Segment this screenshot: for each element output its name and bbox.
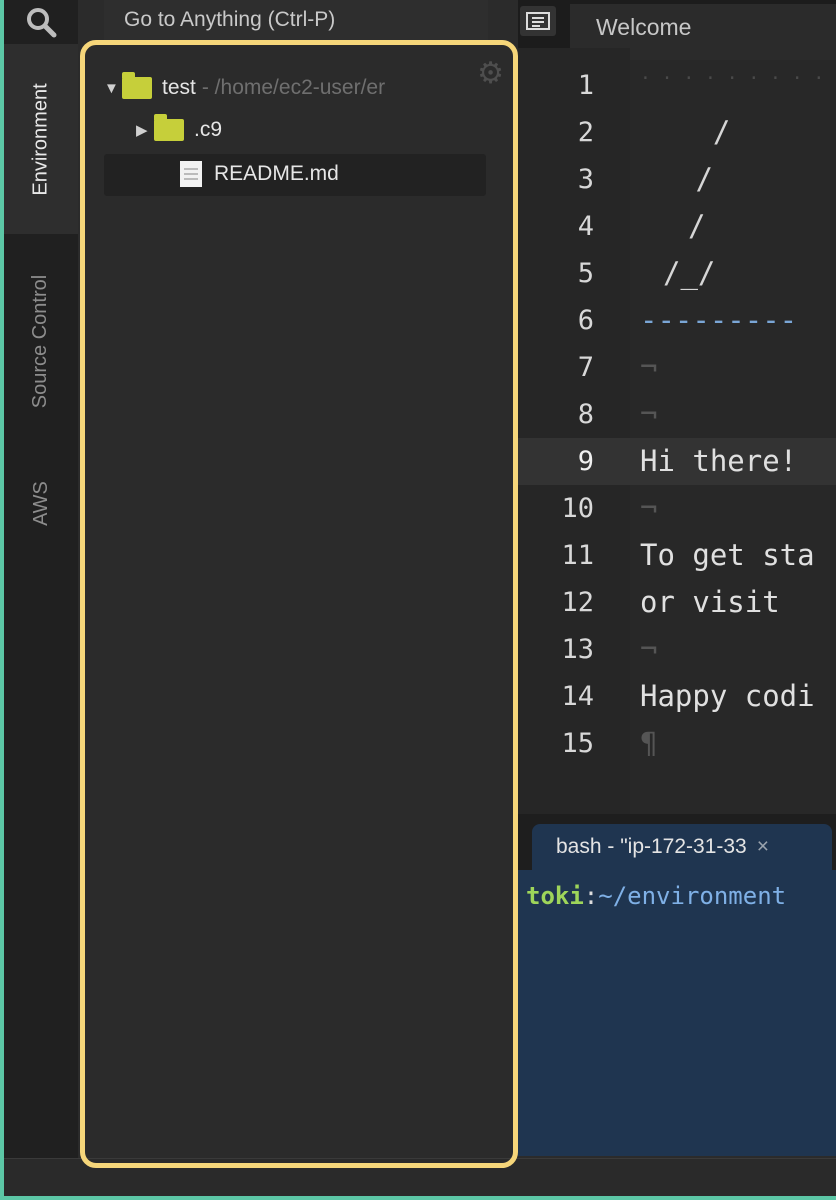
code-text: ¬ [640, 491, 658, 525]
line-number: 10 [561, 493, 594, 524]
terminal-prompt: toki:~/environment [526, 882, 786, 910]
close-icon[interactable]: × [757, 835, 769, 858]
line-number: 3 [577, 164, 594, 195]
folder-icon [154, 114, 184, 141]
chevron-down-icon[interactable]: ▼ [104, 80, 122, 97]
rail-tab-label: Source Control [29, 274, 52, 408]
search-button[interactable] [4, 0, 78, 44]
tree-root-path: - /home/ec2-user/er [201, 76, 386, 99]
code-line[interactable]: 12 or visit [518, 579, 836, 626]
line-number: 6 [577, 305, 594, 336]
code-line[interactable]: 1 · · · · · · · · · [518, 62, 836, 109]
line-number: 4 [577, 211, 594, 242]
code-line[interactable]: 4/ [518, 203, 836, 250]
tree-item-label: .c9 [194, 118, 223, 141]
code-text: ¬ [640, 350, 658, 384]
code-text: · · · · · · · · · [640, 68, 825, 89]
code-text: ¬ [640, 397, 658, 431]
chevron-right-icon[interactable]: ▶ [136, 121, 154, 139]
code-text: / [678, 162, 731, 196]
line-number: 11 [561, 540, 594, 571]
folder-icon [122, 72, 152, 99]
menu-icon [526, 12, 550, 30]
tab-welcome[interactable]: Welcome [570, 4, 836, 48]
file-icon [180, 161, 202, 187]
terminal-tab[interactable]: bash - "ip-172-31-33 × [532, 824, 832, 870]
code-text: Happy codi [640, 679, 815, 713]
go-to-anything-label: Go to Anything (Ctrl-P) [124, 8, 336, 31]
tab-menu-button[interactable] [520, 6, 556, 36]
rail-tab-aws[interactable]: AWS [4, 448, 78, 558]
line-number: 5 [577, 258, 594, 289]
line-number: 13 [561, 634, 594, 665]
tab-label: Welcome [596, 14, 692, 40]
code-line[interactable]: 10 ¬ [518, 485, 836, 532]
tree-item-label: README.md [214, 162, 339, 185]
side-rail: Environment Source Control AWS [4, 0, 78, 1158]
line-number: 2 [577, 117, 594, 148]
line-number: 12 [561, 587, 594, 618]
code-line[interactable]: 2 / [518, 109, 836, 156]
tree-item-c9[interactable]: ▶ .c9 [136, 110, 222, 150]
tree-root-name: test [162, 76, 196, 99]
terminal-tab-label: bash - "ip-172-31-33 [556, 835, 747, 858]
line-number: 7 [577, 352, 594, 383]
rail-tab-label: Environment [29, 82, 52, 196]
gear-icon[interactable]: ⚙ [477, 56, 504, 91]
line-number: 1 [577, 70, 594, 101]
code-line[interactable]: 5 /_/ [518, 250, 836, 297]
code-text: / [678, 115, 731, 149]
terminal[interactable]: toki:~/environment [518, 870, 836, 1156]
code-line[interactable]: 11 To get sta [518, 532, 836, 579]
code-text: Hi there! [640, 444, 798, 478]
code-line[interactable]: 6 --------- [518, 297, 836, 344]
code-line[interactable]: 8 ¬ [518, 391, 836, 438]
code-text: / [688, 209, 723, 243]
code-line[interactable]: 14 Happy codi [518, 673, 836, 720]
prompt-user: toki [526, 882, 584, 910]
rail-tab-label: AWS [29, 480, 52, 526]
code-text: /_/ [663, 256, 716, 290]
search-icon [27, 8, 57, 38]
code-text: ¬ [640, 632, 658, 666]
code-line[interactable]: 3 / [518, 156, 836, 203]
code-line[interactable]: 13 ¬ [518, 626, 836, 673]
rail-tab-source-control[interactable]: Source Control [4, 236, 78, 446]
code-text: To get sta [640, 538, 815, 572]
terminal-tab-bar: bash - "ip-172-31-33 × [518, 814, 836, 870]
code-line[interactable]: 7 ¬ [518, 344, 836, 391]
line-number: 8 [577, 399, 594, 430]
rail-tab-environment[interactable]: Environment [4, 44, 78, 234]
code-line[interactable]: 15 ¶ [518, 720, 836, 767]
file-tree-panel: ⚙ ▼ test - /home/ec2-user/er ▶ .c9 READM… [86, 46, 510, 1162]
line-number: 15 [561, 728, 594, 759]
code-text: or visit [640, 585, 798, 619]
go-to-anything-bar[interactable]: Go to Anything (Ctrl-P) [104, 0, 488, 40]
editor-lines[interactable]: 1 · · · · · · · · · 2 / 3 / 4/ 5/_/ 6 ----… [518, 62, 836, 767]
line-number: 14 [561, 681, 594, 712]
code-text: ¶ [640, 726, 658, 760]
status-bar [4, 1158, 836, 1197]
tree-item-readme[interactable]: README.md [180, 154, 339, 194]
code-text: --------- [640, 303, 798, 337]
code-line-active[interactable]: 9 Hi there! [518, 438, 836, 485]
prompt-separator: : [583, 882, 599, 910]
tree-root-folder[interactable]: ▼ test - /home/ec2-user/er [104, 68, 385, 108]
prompt-directory: ~/environment [598, 882, 787, 910]
line-number: 9 [577, 446, 594, 477]
editor-tab-bar: Welcome [518, 0, 836, 48]
